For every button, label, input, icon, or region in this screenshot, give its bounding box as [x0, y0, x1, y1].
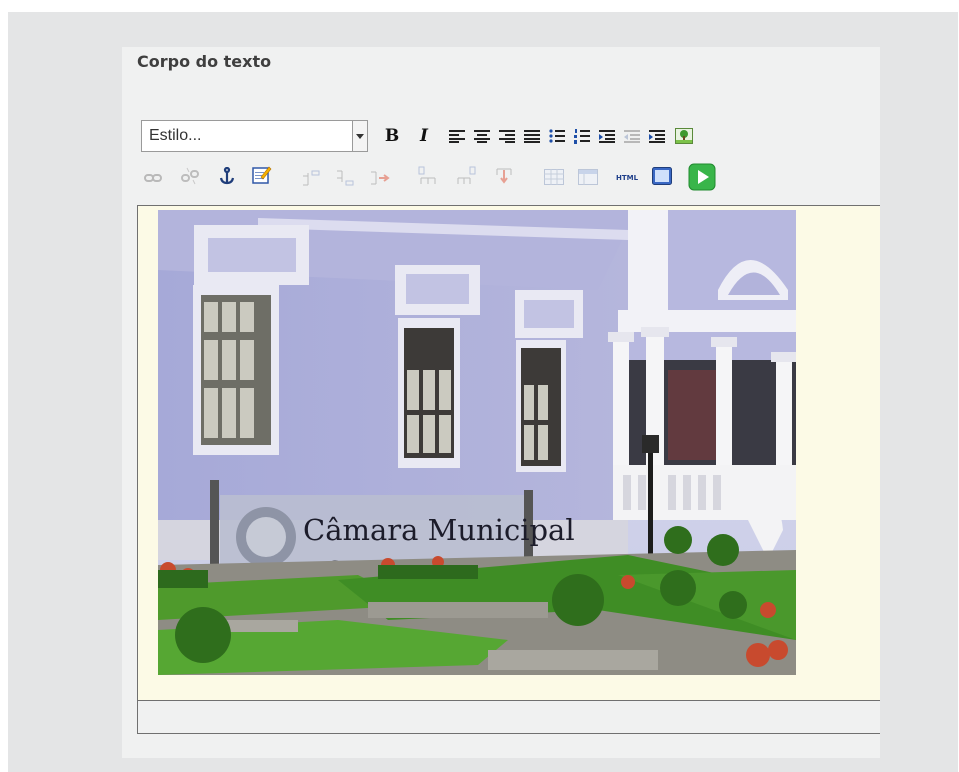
insert-image-icon[interactable] — [674, 126, 694, 146]
building-image[interactable]: Câmara Municipal Casa da Cidadania — [158, 210, 796, 675]
style-dropdown[interactable]: Estilo... — [141, 120, 368, 152]
table-row-after-icon[interactable] — [336, 168, 356, 188]
outdent-icon[interactable] — [622, 126, 642, 146]
table-col-after-icon[interactable] — [456, 166, 476, 186]
numbered-list-icon[interactable] — [572, 126, 592, 146]
play-icon[interactable] — [688, 163, 716, 191]
table-properties-icon[interactable] — [578, 167, 598, 187]
field-title: Corpo do texto — [137, 52, 272, 71]
table-row-before-icon[interactable] — [302, 168, 322, 188]
align-justify-icon[interactable] — [522, 126, 542, 146]
align-left-icon[interactable] — [447, 126, 467, 146]
indent-icon[interactable] — [647, 126, 667, 146]
media-icon[interactable] — [652, 166, 672, 186]
edit-icon[interactable] — [252, 165, 272, 185]
bold-button[interactable]: B — [382, 126, 402, 146]
table-delete-row-icon[interactable] — [370, 168, 390, 188]
italic-button[interactable]: I — [414, 126, 434, 146]
table-delete-col-icon[interactable] — [494, 166, 514, 186]
anchor-icon[interactable] — [217, 166, 237, 186]
unlink-icon[interactable] — [180, 166, 200, 186]
table-icon[interactable] — [544, 167, 564, 187]
table-col-before-icon[interactable] — [417, 166, 437, 186]
editor-status-bar — [137, 700, 880, 734]
align-right-icon[interactable] — [497, 126, 517, 146]
style-dropdown-value: Estilo... — [149, 127, 202, 144]
link-icon[interactable] — [143, 168, 163, 188]
bullet-list-icon[interactable] — [547, 126, 567, 146]
html-source-icon[interactable]: HTML — [614, 168, 640, 188]
align-center-icon[interactable] — [472, 126, 492, 146]
sign-title: Câmara Municipal — [303, 513, 575, 547]
indent-left-icon[interactable] — [597, 126, 617, 146]
chevron-down-icon[interactable] — [352, 121, 367, 151]
